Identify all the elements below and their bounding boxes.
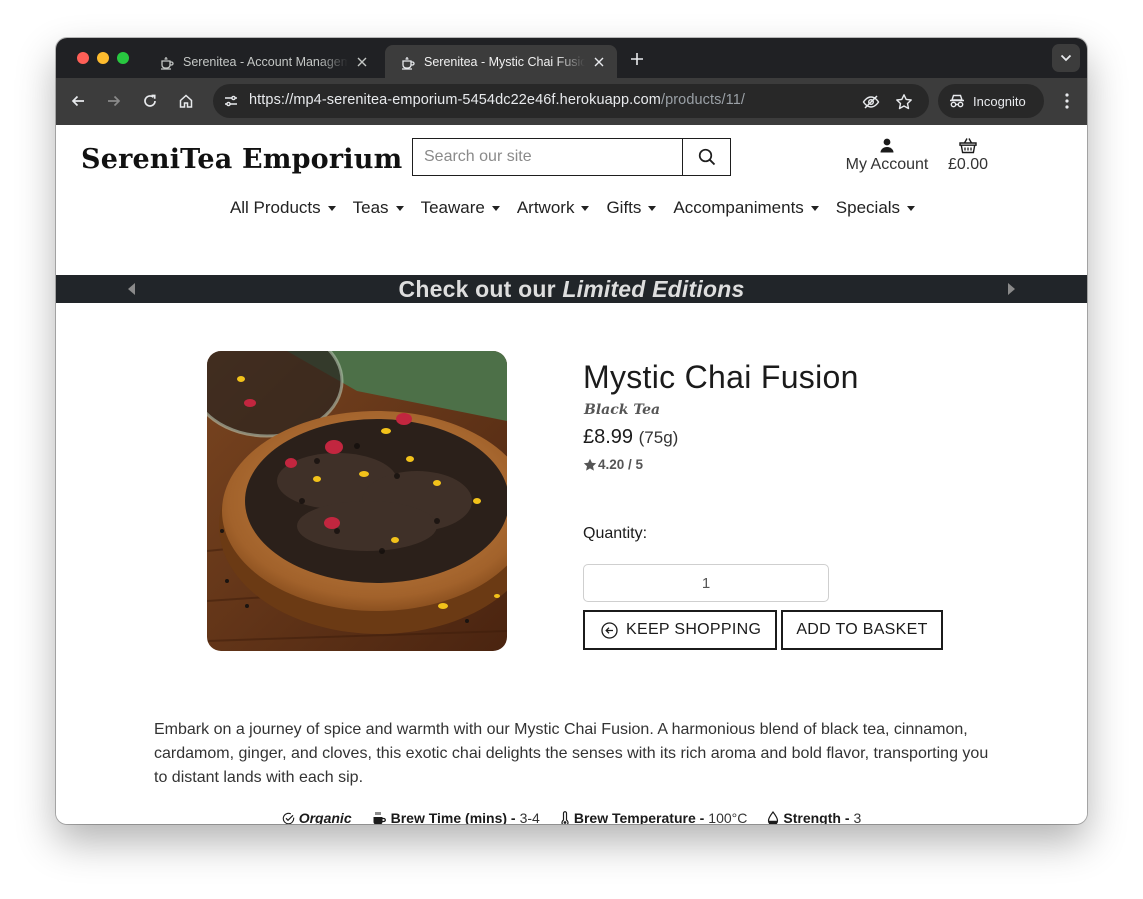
product-image bbox=[207, 351, 507, 651]
caret-down-icon bbox=[327, 205, 336, 211]
add-to-basket-label: ADD TO BASKET bbox=[796, 621, 928, 638]
reload-button[interactable] bbox=[140, 91, 160, 111]
basket-icon bbox=[959, 137, 977, 153]
product-category[interactable]: Black Tea bbox=[584, 402, 660, 418]
droplet-icon bbox=[768, 810, 779, 824]
browser-menu-button[interactable] bbox=[1057, 91, 1077, 111]
browser-window: Serenitea - Account Management Serenitea… bbox=[56, 38, 1087, 824]
arrow-left-icon bbox=[71, 95, 84, 107]
minimize-window-button[interactable] bbox=[97, 52, 109, 64]
attr-organic: Organic bbox=[282, 810, 352, 824]
url-path: /products/11/ bbox=[660, 92, 745, 108]
quantity-input[interactable] bbox=[583, 564, 829, 602]
promo-banner: Check out our Limited Editions bbox=[56, 275, 1087, 303]
browser-toolbar: https://mp4-serenitea-emporium-5454dc22e… bbox=[56, 78, 1087, 125]
nav-item-specials[interactable]: Specials bbox=[836, 198, 916, 218]
product-price-line: £8.99 (75g) bbox=[583, 426, 678, 449]
arrow-right-icon bbox=[108, 95, 121, 107]
circle-arrow-left-icon bbox=[601, 621, 618, 639]
check-circle-icon bbox=[282, 812, 294, 824]
close-window-button[interactable] bbox=[77, 52, 89, 64]
tab-title: Serenitea - Account Management bbox=[183, 54, 348, 69]
rating-value: 4.20 / 5 bbox=[598, 457, 644, 472]
url-text: https://mp4-serenitea-emporium-5454dc22e… bbox=[249, 92, 745, 108]
close-tab-icon[interactable] bbox=[354, 54, 370, 70]
banner-text[interactable]: Check out our Limited Editions bbox=[56, 275, 1087, 303]
star-icon bbox=[583, 458, 597, 471]
attr-brew-temperature: Brew Temperature - 100°C bbox=[560, 810, 747, 824]
attr-strength: Strength - 3 bbox=[767, 810, 861, 824]
product-weight: (75g) bbox=[638, 428, 679, 447]
chevron-down-icon bbox=[1060, 54, 1072, 62]
caret-down-icon bbox=[491, 205, 500, 211]
product-rating: 4.20 / 5 bbox=[583, 457, 643, 472]
my-account-link[interactable]: My Account bbox=[841, 135, 933, 174]
user-icon bbox=[880, 138, 894, 152]
banner-next-arrow-icon[interactable] bbox=[1008, 283, 1015, 295]
product-price: £8.99 bbox=[583, 426, 634, 448]
maximize-window-button[interactable] bbox=[117, 52, 129, 64]
caret-down-icon bbox=[581, 205, 590, 211]
incognito-indicator[interactable]: Incognito bbox=[938, 84, 1044, 118]
back-button[interactable] bbox=[68, 91, 88, 111]
tab-title: Serenitea - Mystic Chai Fusion bbox=[424, 54, 585, 69]
tab-strip: Serenitea - Account Management Serenitea… bbox=[56, 38, 1087, 78]
tab-mystic-chai-fusion[interactable]: Serenitea - Mystic Chai Fusion bbox=[385, 45, 617, 78]
quantity-label: Quantity: bbox=[583, 525, 648, 542]
home-icon bbox=[179, 94, 193, 108]
search-input[interactable] bbox=[413, 139, 682, 175]
teapot-icon bbox=[402, 56, 415, 70]
product-title: Mystic Chai Fusion bbox=[583, 359, 859, 395]
attr-brew-time: Brew Time (mins) - 3-4 bbox=[372, 810, 540, 824]
reload-icon bbox=[144, 94, 156, 107]
nav-item-teas[interactable]: Teas bbox=[353, 198, 404, 218]
incognito-label: Incognito bbox=[973, 93, 1026, 109]
nav-item-gifts[interactable]: Gifts bbox=[606, 198, 657, 218]
main-nav: All Products Teas Teaware Artwork Gifts … bbox=[56, 198, 1087, 218]
bookmark-star-icon[interactable] bbox=[894, 92, 914, 112]
home-button[interactable] bbox=[176, 91, 196, 111]
nav-item-artwork[interactable]: Artwork bbox=[517, 198, 590, 218]
nav-item-accompaniments[interactable]: Accompaniments bbox=[673, 198, 819, 218]
search-button[interactable] bbox=[682, 139, 730, 175]
tab-account-management[interactable]: Serenitea - Account Management bbox=[144, 45, 380, 78]
forward-button[interactable] bbox=[104, 91, 124, 111]
keep-shopping-button[interactable]: KEEP SHOPPING bbox=[583, 610, 777, 650]
basket-total: £0.00 bbox=[947, 156, 989, 173]
caret-down-icon bbox=[648, 205, 657, 211]
new-tab-button[interactable] bbox=[627, 49, 647, 69]
nav-item-teaware[interactable]: Teaware bbox=[421, 198, 500, 218]
url-host: https://mp4-serenitea-emporium-5454dc22e… bbox=[249, 92, 661, 108]
add-to-basket-button[interactable]: ADD TO BASKET bbox=[781, 610, 943, 650]
caret-down-icon bbox=[907, 205, 916, 211]
site-logo[interactable]: SereniTea Emporium bbox=[81, 144, 402, 175]
tab-search-button[interactable] bbox=[1052, 44, 1080, 72]
keep-shopping-label: KEEP SHOPPING bbox=[626, 621, 762, 638]
caret-down-icon bbox=[395, 205, 404, 211]
more-vertical-icon bbox=[1065, 93, 1069, 109]
page-content: SereniTea Emporium My Account £0.00 All … bbox=[56, 125, 1087, 824]
search-icon bbox=[698, 148, 715, 166]
eye-off-icon[interactable] bbox=[861, 92, 881, 112]
site-search bbox=[412, 138, 731, 176]
basket-link[interactable]: £0.00 bbox=[944, 135, 992, 174]
product-description: Embark on a journey of spice and warmth … bbox=[154, 721, 989, 786]
teapot-icon bbox=[161, 56, 174, 70]
close-tab-icon[interactable] bbox=[591, 54, 607, 70]
caret-down-icon bbox=[810, 205, 819, 211]
mug-icon bbox=[373, 811, 386, 824]
thermometer-icon bbox=[561, 810, 569, 824]
incognito-icon bbox=[950, 94, 964, 108]
product-attributes: Organic Brew Time (mins) - 3-4 Brew Temp… bbox=[56, 810, 1087, 824]
nav-item-all-products[interactable]: All Products bbox=[230, 198, 336, 218]
site-info-icon[interactable] bbox=[222, 92, 240, 110]
address-bar[interactable]: https://mp4-serenitea-emporium-5454dc22e… bbox=[213, 84, 929, 118]
account-label: My Account bbox=[845, 156, 929, 173]
